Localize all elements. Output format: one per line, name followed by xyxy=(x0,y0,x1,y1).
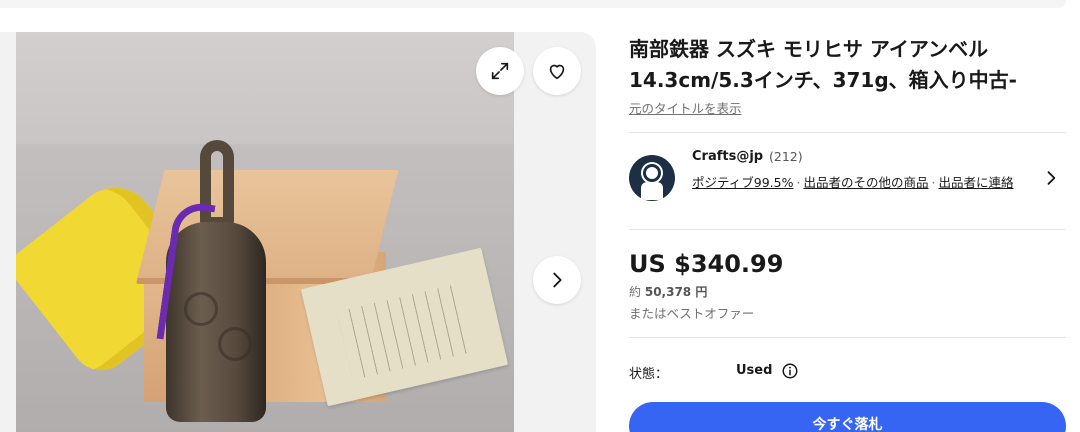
seller-links: ポジティブ99.5% · 出品者のその他の商品 · 出品者に連絡 xyxy=(692,172,1027,193)
seller-avatar[interactable] xyxy=(629,155,675,201)
approx-prefix: 約 xyxy=(629,285,642,299)
watch-button[interactable] xyxy=(533,47,581,95)
top-strip xyxy=(0,0,1066,8)
separator-dot: · xyxy=(931,175,936,190)
image-gallery xyxy=(0,32,596,432)
photo-backdrop xyxy=(16,32,514,144)
heart-icon xyxy=(549,64,565,80)
divider xyxy=(629,337,1066,338)
approx-price: 約 50,378 円 xyxy=(629,283,707,300)
divider xyxy=(629,229,1066,230)
item-price: US $340.99 xyxy=(629,250,784,278)
condition-value: Used xyxy=(736,363,773,378)
listing-title: 南部鉄器 スズキ モリヒサ アイアンベル 14.3cm/5.3インチ、371g、… xyxy=(629,37,1017,92)
buy-now-button[interactable]: 今すぐ落札 xyxy=(629,402,1066,432)
divider xyxy=(629,132,1066,133)
best-offer-label: またはベストオファー xyxy=(629,306,755,321)
approx-price-value: 50,378 円 xyxy=(644,285,708,299)
seller-positive-feedback-link[interactable]: ポジティブ99.5% xyxy=(692,175,793,190)
separator-dot: · xyxy=(796,175,801,190)
chevron-right-icon[interactable] xyxy=(1041,168,1061,188)
product-image[interactable] xyxy=(16,32,514,432)
condition-label: 状態： xyxy=(629,367,669,382)
expand-icon xyxy=(491,62,509,80)
info-icon[interactable] xyxy=(781,362,799,380)
chevron-right-icon xyxy=(553,272,562,288)
expand-image-button[interactable] xyxy=(476,47,524,95)
seller-feedback-count: (212) xyxy=(769,149,803,164)
seller-card[interactable]: Crafts@jp (212) ポジティブ99.5% · 出品者のその他の商品 · 出品… xyxy=(629,148,1066,216)
contact-seller-link[interactable]: 出品者に連絡 xyxy=(938,175,1013,190)
seller-name[interactable]: Crafts@jp xyxy=(692,149,763,164)
next-image-button[interactable] xyxy=(533,256,581,304)
seller-other-items-link[interactable]: 出品者のその他の商品 xyxy=(803,175,928,190)
show-original-title-link[interactable]: 元のタイトルを表示 xyxy=(629,98,742,117)
